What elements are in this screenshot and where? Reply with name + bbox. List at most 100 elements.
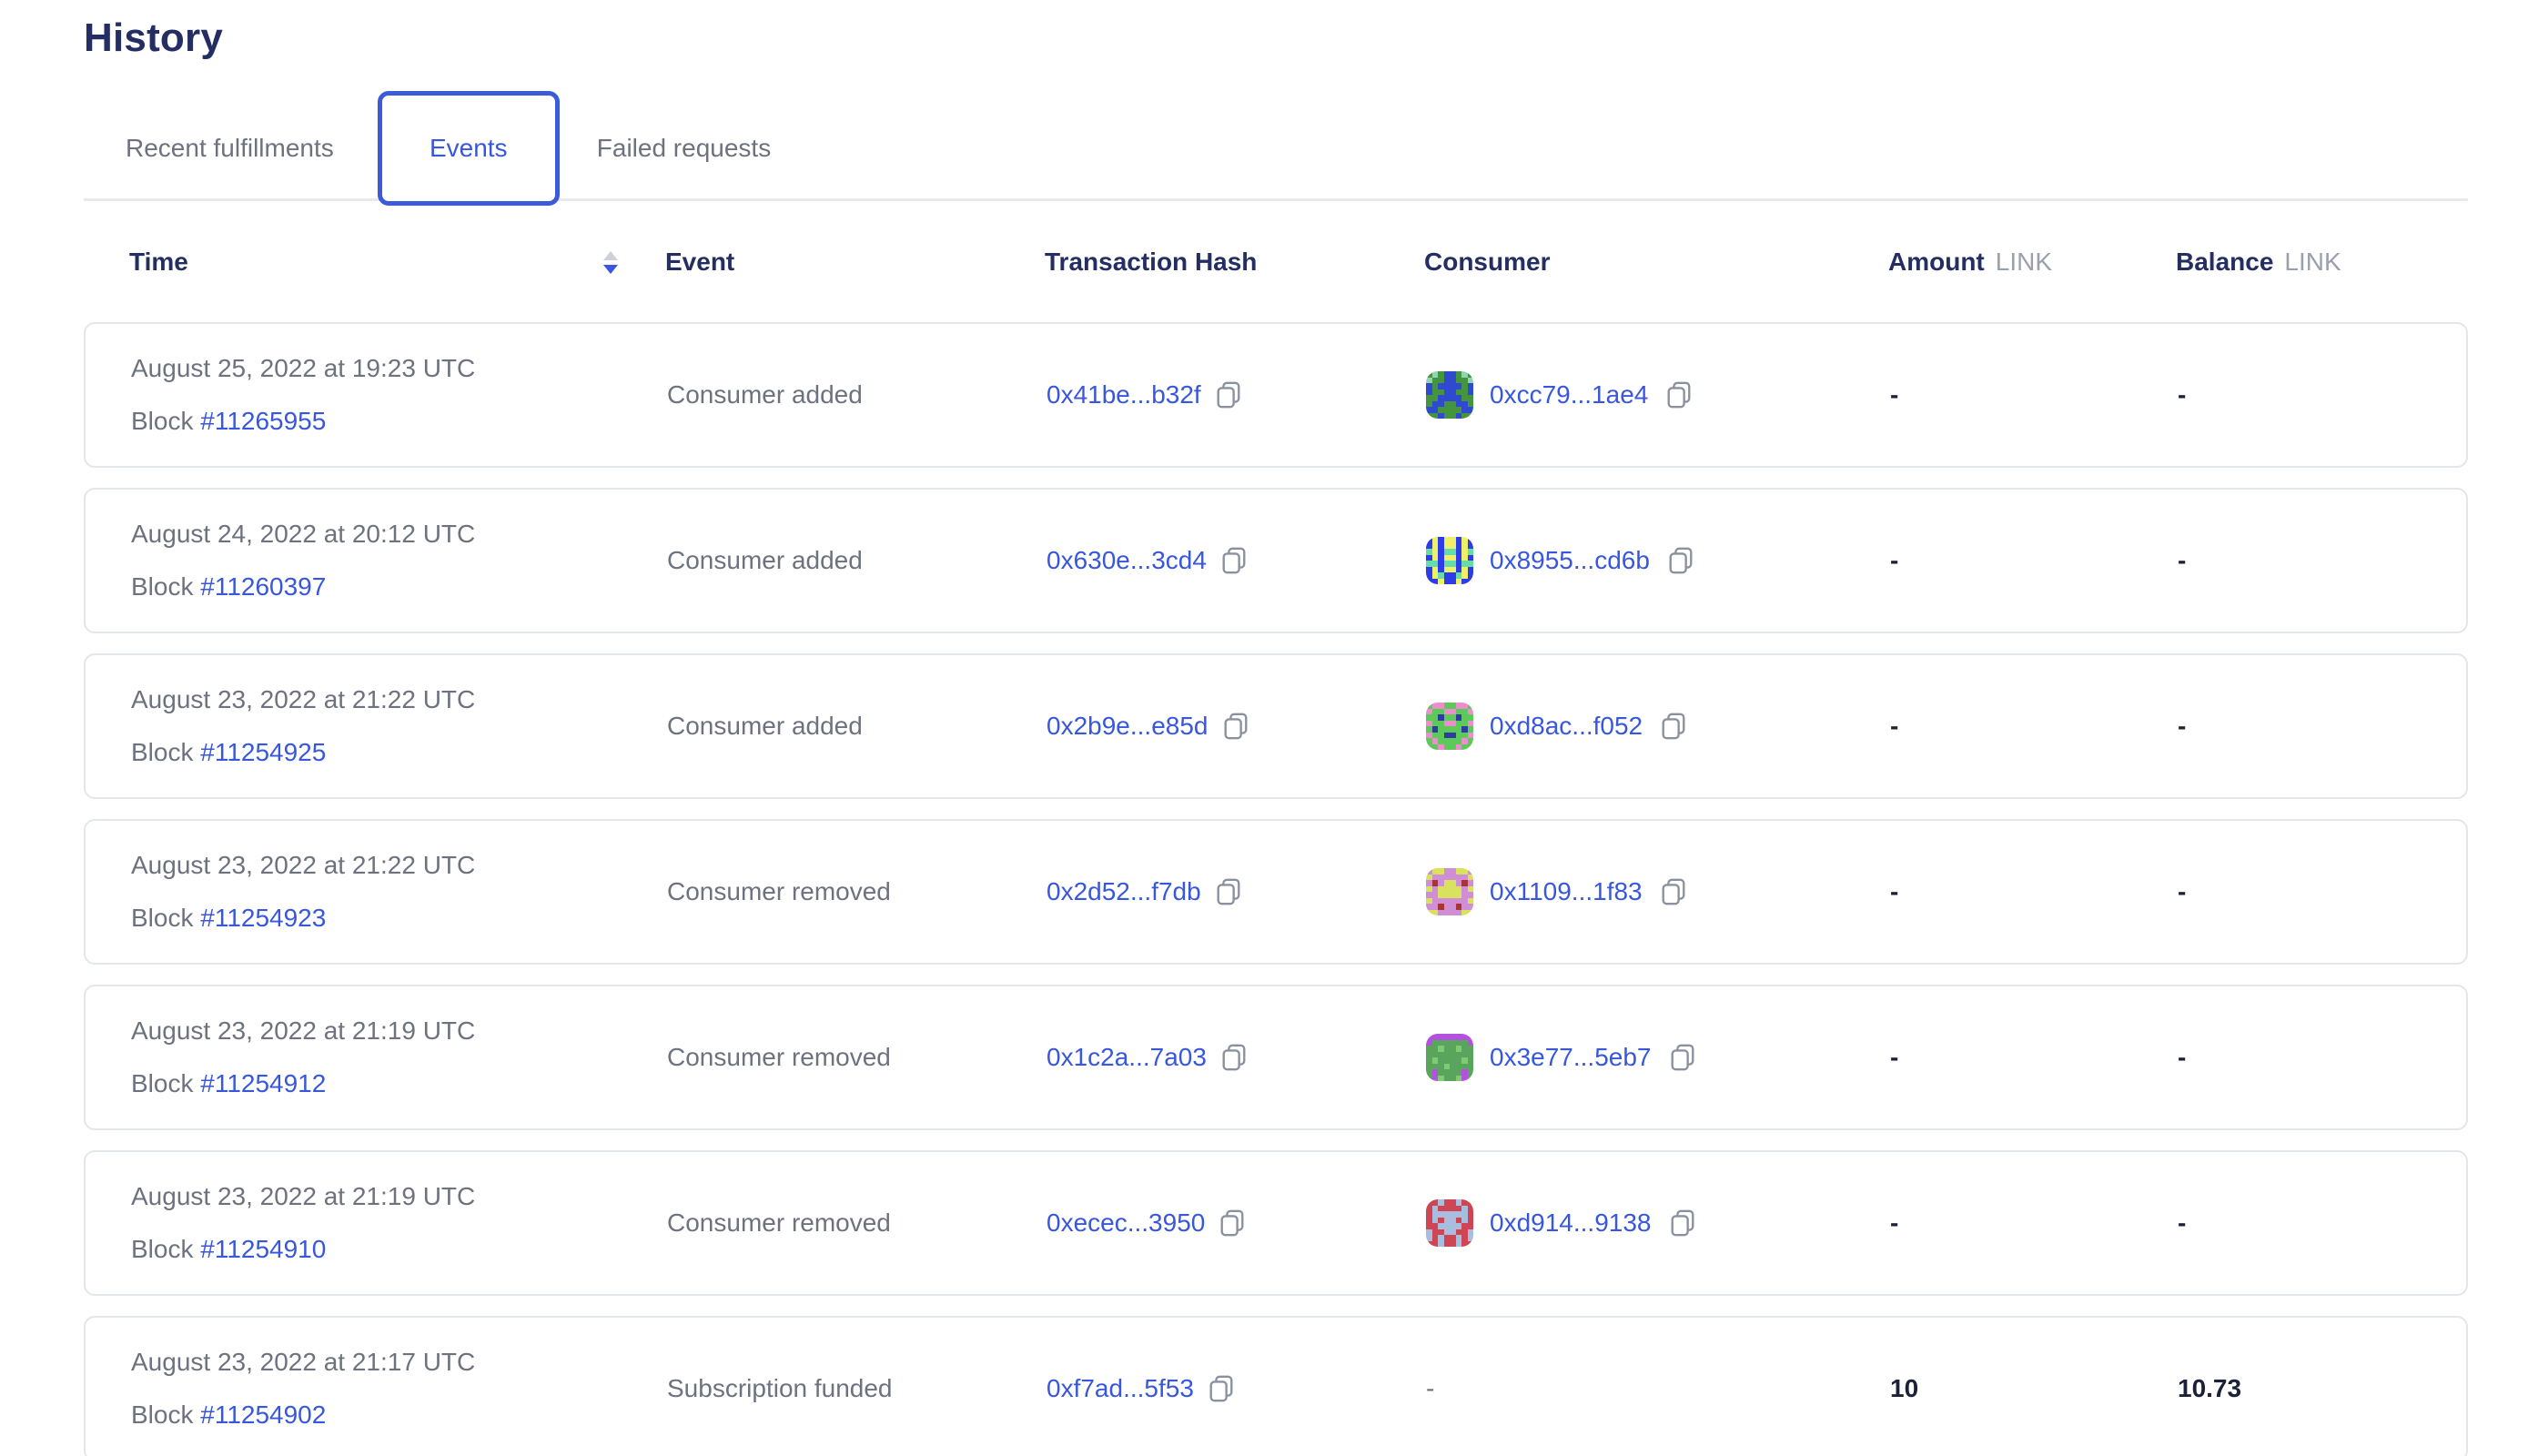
block-number-link[interactable]: #11254902 (200, 1400, 326, 1429)
copy-icon[interactable] (1219, 1043, 1249, 1072)
consumer-avatar (1426, 703, 1473, 750)
consumer-hash-link[interactable]: 0x8955...cd6b (1490, 546, 1650, 575)
amount-value: - (1890, 1043, 2178, 1072)
row-timestamp: August 25, 2022 at 19:23 UTC (131, 354, 667, 383)
table-row: August 25, 2022 at 19:23 UTC Block #1126… (84, 322, 2468, 468)
transaction-hash-cell: 0x41be...b32f (1047, 380, 1426, 410)
history-page: History Recent fulfillments Events Faile… (0, 0, 2468, 1456)
table-header: Time Event Transaction Hash Consumer Amo… (84, 244, 2468, 280)
time-cell: August 23, 2022 at 21:22 UTC Block #1125… (131, 685, 667, 767)
copy-icon[interactable] (1214, 380, 1243, 410)
table-row: August 23, 2022 at 21:17 UTC Block #1125… (84, 1316, 2468, 1456)
copy-icon[interactable] (1668, 1043, 1697, 1072)
consumer-avatar (1426, 371, 1473, 419)
balance-value: - (2178, 1043, 2466, 1072)
copy-icon[interactable] (1219, 546, 1249, 575)
consumer-cell: 0x8955...cd6b (1426, 537, 1890, 584)
consumer-hash-link[interactable]: 0x3e77...5eb7 (1490, 1043, 1652, 1072)
amount-value: - (1890, 1208, 2178, 1238)
consumer-cell: 0x3e77...5eb7 (1426, 1034, 1890, 1081)
transaction-hash-link[interactable]: 0x41be...b32f (1047, 380, 1201, 410)
consumer-hash-link[interactable]: 0x1109...1f83 (1490, 877, 1643, 906)
balance-value: - (2178, 1208, 2466, 1238)
copy-icon[interactable] (1659, 712, 1688, 741)
consumer-hash-link[interactable]: 0xd914...9138 (1490, 1208, 1652, 1238)
copy-icon[interactable] (1664, 380, 1694, 410)
transaction-hash-cell: 0xf7ad...5f53 (1047, 1374, 1426, 1403)
tab-bar: Recent fulfillments Events Failed reques… (84, 91, 2468, 206)
block-number-link[interactable]: #11254925 (200, 738, 326, 766)
sort-down-arrow-icon (603, 265, 618, 274)
transaction-hash-link[interactable]: 0x1c2a...7a03 (1047, 1043, 1207, 1072)
transaction-hash-link[interactable]: 0x2d52...f7db (1047, 877, 1201, 906)
amount-value: - (1890, 546, 2178, 575)
balance-unit-label: LINK (2284, 248, 2341, 277)
amount-unit-label: LINK (1996, 248, 2052, 277)
copy-icon[interactable] (1207, 1374, 1236, 1403)
amount-value: - (1890, 877, 2178, 906)
consumer-cell: 0x1109...1f83 (1426, 868, 1890, 915)
page-title: History (84, 13, 2468, 64)
tab-events[interactable]: Events (378, 91, 560, 206)
event-type-label: Consumer removed (667, 1043, 1047, 1072)
consumer-avatar (1426, 537, 1473, 584)
balance-value: - (2178, 877, 2466, 906)
transaction-hash-cell: 0xecec...3950 (1047, 1208, 1426, 1238)
transaction-hash-link[interactable]: 0x630e...3cd4 (1047, 546, 1207, 575)
block-label: Block (131, 407, 193, 435)
column-header-time[interactable]: Time (129, 248, 665, 277)
block-number-link[interactable]: #11260397 (200, 572, 326, 601)
transaction-hash-cell: 0x630e...3cd4 (1047, 546, 1426, 575)
table-row: August 24, 2022 at 20:12 UTC Block #1126… (84, 488, 2468, 633)
column-header-balance: Balance LINK (2176, 248, 2468, 277)
row-timestamp: August 23, 2022 at 21:17 UTC (131, 1348, 667, 1377)
balance-value: - (2178, 380, 2466, 410)
block-number-link[interactable]: #11254923 (200, 904, 326, 932)
event-type-label: Consumer added (667, 712, 1047, 741)
block-label: Block (131, 1235, 193, 1263)
consumer-avatar (1426, 1199, 1473, 1247)
consumer-hash-link[interactable]: 0xcc79...1ae4 (1490, 380, 1648, 410)
time-cell: August 23, 2022 at 21:19 UTC Block #1125… (131, 1182, 667, 1264)
consumer-cell: - (1426, 1374, 1890, 1403)
consumer-avatar (1426, 1034, 1473, 1081)
copy-icon[interactable] (1666, 546, 1695, 575)
copy-icon[interactable] (1668, 1208, 1697, 1238)
column-header-amount: Amount LINK (1888, 248, 2176, 277)
table-row: August 23, 2022 at 21:19 UTC Block #1125… (84, 985, 2468, 1130)
consumer-hash-link[interactable]: 0xd8ac...f052 (1490, 712, 1643, 741)
transaction-hash-cell: 0x1c2a...7a03 (1047, 1043, 1426, 1072)
sort-up-arrow-icon (603, 251, 618, 260)
block-label: Block (131, 1069, 193, 1097)
tab-recent-fulfillments[interactable]: Recent fulfillments (126, 134, 334, 163)
table-row: August 23, 2022 at 21:19 UTC Block #1125… (84, 1150, 2468, 1296)
block-label: Block (131, 738, 193, 766)
copy-icon[interactable] (1218, 1208, 1247, 1238)
block-number-link[interactable]: #11254910 (200, 1235, 326, 1263)
consumer-hash-link[interactable]: - (1426, 1374, 1434, 1403)
amount-value: - (1890, 712, 2178, 741)
consumer-cell: 0xcc79...1ae4 (1426, 371, 1890, 419)
row-timestamp: August 23, 2022 at 21:19 UTC (131, 1182, 667, 1211)
column-header-event: Event (665, 248, 1045, 277)
event-rows: August 25, 2022 at 19:23 UTC Block #1126… (84, 322, 2468, 1456)
time-cell: August 23, 2022 at 21:19 UTC Block #1125… (131, 1016, 667, 1098)
copy-icon[interactable] (1221, 712, 1250, 741)
transaction-hash-link[interactable]: 0xf7ad...5f53 (1047, 1374, 1194, 1403)
column-header-consumer: Consumer (1424, 248, 1888, 277)
block-number-link[interactable]: #11254912 (200, 1069, 326, 1097)
row-timestamp: August 24, 2022 at 20:12 UTC (131, 520, 667, 549)
copy-icon[interactable] (1214, 877, 1243, 906)
balance-value: - (2178, 546, 2466, 575)
consumer-cell: 0xd914...9138 (1426, 1199, 1890, 1247)
copy-icon[interactable] (1659, 877, 1688, 906)
sort-descending-icon[interactable] (603, 251, 618, 274)
time-cell: August 23, 2022 at 21:22 UTC Block #1125… (131, 851, 667, 933)
time-cell: August 23, 2022 at 21:17 UTC Block #1125… (131, 1348, 667, 1430)
tab-failed-requests[interactable]: Failed requests (597, 134, 771, 163)
column-header-transaction-hash: Transaction Hash (1045, 248, 1424, 277)
block-number-link[interactable]: #11265955 (200, 407, 326, 435)
transaction-hash-link[interactable]: 0xecec...3950 (1047, 1208, 1205, 1238)
consumer-avatar (1426, 868, 1473, 915)
transaction-hash-link[interactable]: 0x2b9e...e85d (1047, 712, 1208, 741)
